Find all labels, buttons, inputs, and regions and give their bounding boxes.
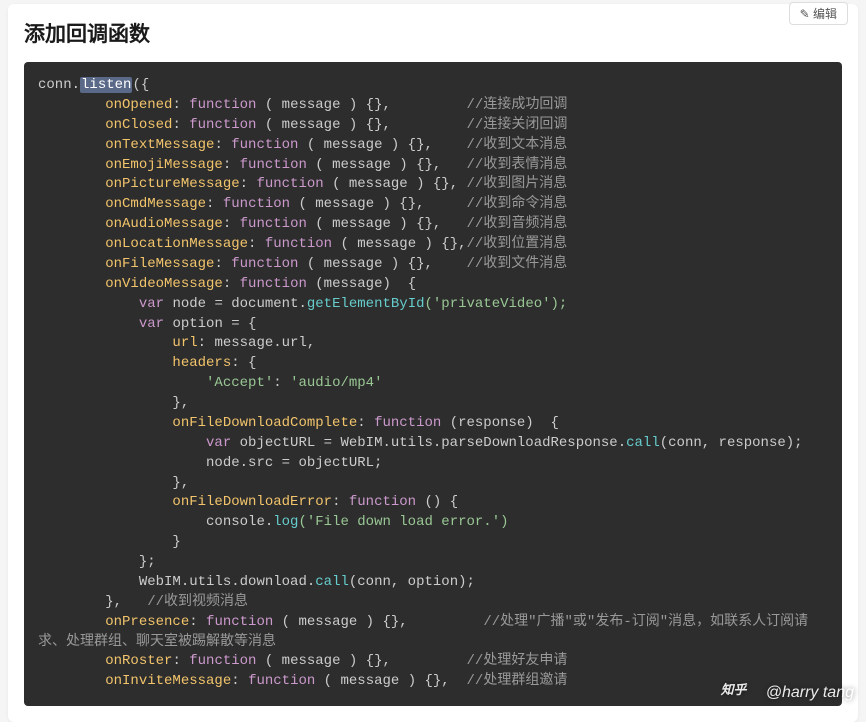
watermark-text: @harry tang: [766, 684, 854, 702]
code-text: conn.listen({ onOpened: function ( messa…: [38, 77, 808, 689]
edit-label: 编辑: [813, 7, 837, 21]
edit-button[interactable]: ✎ 编辑: [789, 2, 848, 25]
code-card: 添加回调函数 ✎ 编辑 conn.listen({ onOpened: func…: [8, 4, 858, 722]
svg-text:知乎: 知乎: [720, 682, 748, 697]
section-title: 添加回调函数: [24, 18, 150, 48]
zhihu-logo-icon: 知乎: [720, 681, 760, 704]
card-header: 添加回调函数 ✎ 编辑: [24, 18, 842, 62]
code-block: conn.listen({ onOpened: function ( messa…: [24, 62, 842, 706]
watermark: 知乎 @harry tang: [720, 681, 854, 704]
highlighted-method: listen: [80, 77, 132, 93]
